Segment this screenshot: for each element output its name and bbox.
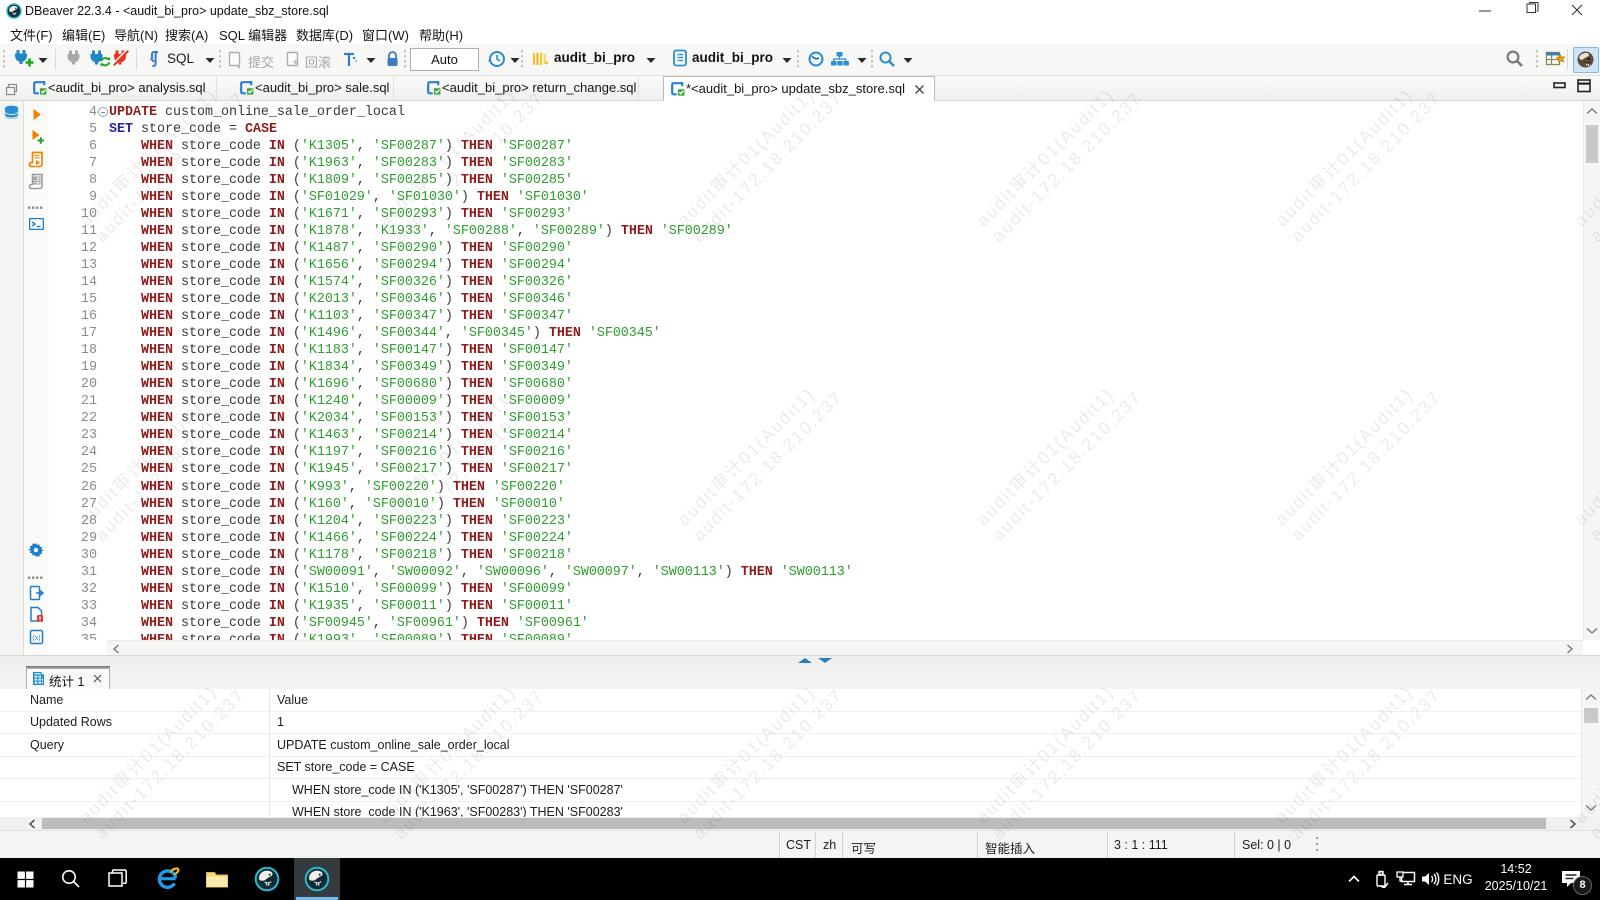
svg-text:(x): (x) bbox=[32, 635, 40, 642]
